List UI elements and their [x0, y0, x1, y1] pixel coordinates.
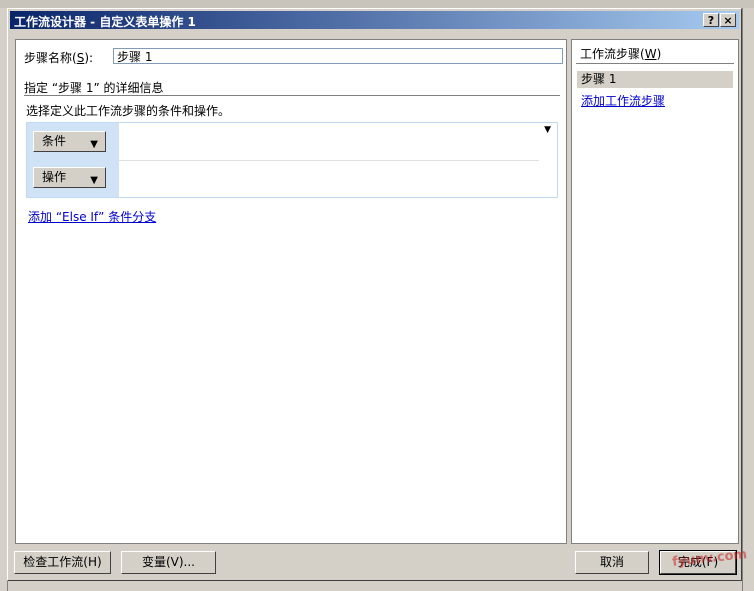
workflow-steps-title: 工作流步骤(W)	[580, 47, 662, 61]
check-workflow-button[interactable]: 检查工作流(H)	[14, 551, 111, 574]
close-button[interactable]: ×	[720, 13, 736, 27]
conditions-actions-sidebar: 条件 ▼ 操作 ▼	[27, 123, 119, 197]
step-list-item[interactable]: 步骤 1	[577, 71, 733, 88]
dialog-title: 工作流设计器 - 自定义表单操作 1	[14, 15, 196, 29]
title-bar[interactable]: 工作流设计器 - 自定义表单操作 1 ? ×	[10, 11, 739, 29]
variables-button[interactable]: 变量(V)...	[121, 551, 216, 574]
workflow-designer-dialog: 工作流设计器 - 自定义表单操作 1 ? × 步骤名称(S): 指定 “步骤 1…	[7, 8, 742, 581]
actions-dropdown-button[interactable]: 操作 ▼	[33, 167, 106, 188]
workflow-steps-panel: 工作流步骤(W) 步骤 1 添加工作流步骤	[571, 39, 739, 544]
row-separator	[119, 160, 539, 161]
conditions-actions-area: 条件 ▼ 操作 ▼ ▼	[26, 122, 558, 198]
instruction-text: 选择定义此工作流步骤的条件和操作。	[26, 104, 231, 118]
step-detail-panel: 步骤名称(S): 指定 “步骤 1” 的详细信息 选择定义此工作流步骤的条件和操…	[15, 39, 567, 544]
conditions-dropdown-button[interactable]: 条件 ▼	[33, 131, 106, 152]
background-window-right	[742, 8, 754, 591]
dropdown-arrow-icon: ▼	[90, 139, 98, 150]
help-button[interactable]: ?	[703, 13, 719, 27]
step-name-input[interactable]	[113, 48, 563, 64]
add-workflow-step-link[interactable]: 添加工作流步骤	[581, 92, 665, 109]
details-heading: 指定 “步骤 1” 的详细信息	[24, 81, 164, 95]
steps-separator	[576, 63, 734, 64]
add-else-if-link[interactable]: 添加 “Else If” 条件分支	[28, 208, 156, 225]
branch-menu-arrow-icon[interactable]: ▼	[544, 125, 551, 135]
cancel-button[interactable]: 取消	[575, 551, 649, 574]
details-separator	[24, 95, 560, 96]
dropdown-arrow-icon: ▼	[90, 175, 98, 186]
step-name-label: 步骤名称(S):	[24, 51, 94, 65]
